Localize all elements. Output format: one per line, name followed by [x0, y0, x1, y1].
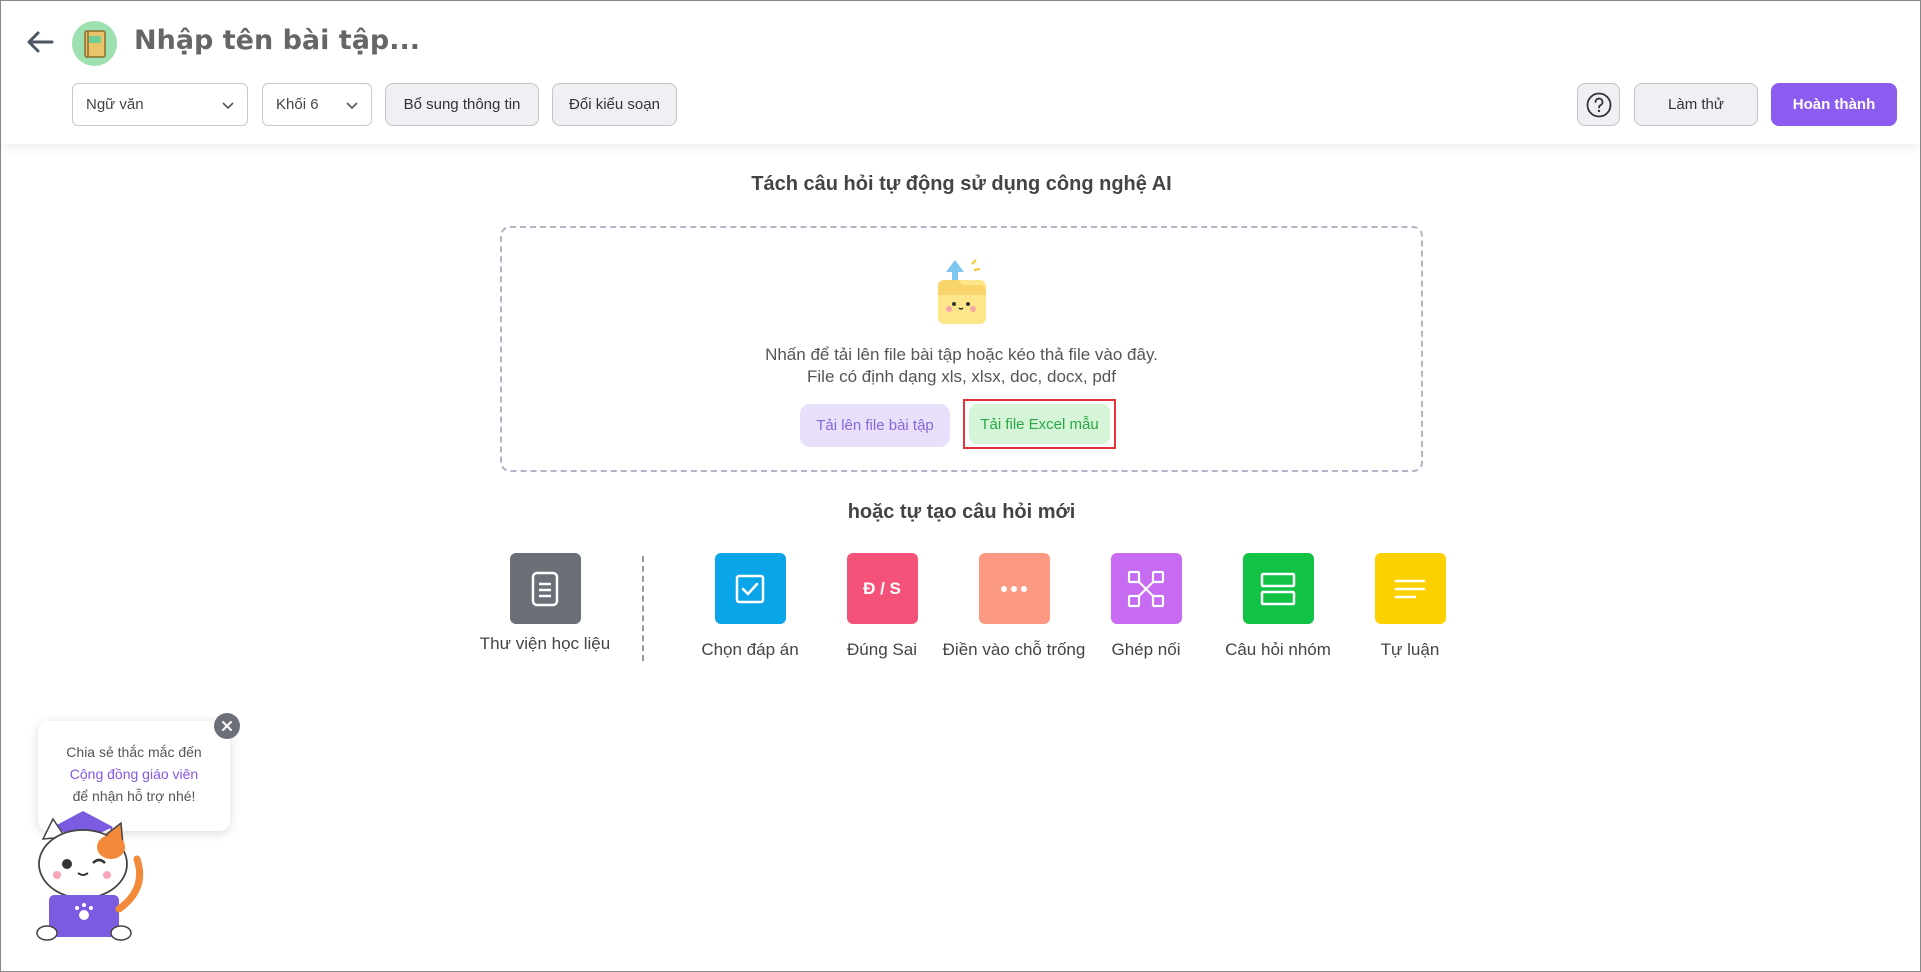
group-icon	[1260, 572, 1296, 605]
library-label: Thư viện học liệu	[479, 634, 611, 653]
grade-select-value: Khối 6	[276, 96, 319, 113]
try-button[interactable]: Làm thử	[1634, 83, 1758, 126]
subject-select-value: Ngữ văn	[86, 96, 144, 113]
page-title[interactable]: Nhập tên bài tập...	[134, 25, 420, 56]
match-icon	[1127, 570, 1165, 607]
multiple-choice-tile	[714, 553, 786, 624]
divider	[642, 556, 644, 661]
community-link[interactable]: Cộng đồng giáo viên	[38, 763, 230, 785]
close-icon	[222, 721, 232, 731]
essay-tile	[1374, 553, 1446, 624]
book-icon	[83, 29, 106, 58]
change-mode-button[interactable]: Đổi kiểu soạn	[552, 83, 677, 126]
dropzone-formats: File có định dạng xls, xlsx, doc, docx, …	[807, 367, 1116, 386]
help-button[interactable]	[1577, 83, 1620, 126]
create-section-title: hoặc tự tạo câu hỏi mới	[847, 501, 1076, 523]
qtype-label: Tự luận	[1380, 640, 1440, 659]
arrow-left-icon	[27, 31, 54, 53]
dots-icon	[1001, 585, 1027, 592]
support-line1: Chia sẻ thắc mắc đến	[66, 744, 202, 760]
back-button[interactable]	[23, 25, 57, 59]
download-excel-template-button[interactable]: Tải file Excel mẫu	[963, 399, 1116, 449]
download-excel-template-label: Tải file Excel mẫu	[969, 404, 1110, 444]
subject-select[interactable]: Ngữ văn	[72, 83, 248, 126]
ai-section-title: Tách câu hỏi tự động sử dụng công nghệ A…	[751, 173, 1172, 195]
lines-icon	[1394, 579, 1426, 598]
fill-blank-tile	[978, 553, 1050, 624]
library-tile	[509, 553, 581, 624]
library-item[interactable]: Thư viện học liệu	[465, 553, 625, 654]
matching-tile	[1110, 553, 1182, 624]
group-tile	[1242, 553, 1314, 624]
true-false-icon: Đ / S	[863, 578, 901, 598]
document-icon	[531, 571, 559, 606]
dropzone-instruction: Nhấn để tải lên file bài tập hoặc kéo th…	[765, 345, 1158, 364]
grade-select[interactable]: Khối 6	[262, 83, 372, 126]
top-header: Nhập tên bài tập... Ngữ văn Khối 6 Bổ su…	[1, 1, 1920, 144]
exercise-avatar	[72, 21, 117, 66]
question-icon	[1586, 92, 1611, 117]
true-false-tile: Đ / S	[846, 553, 918, 624]
file-dropzone[interactable]: Nhấn để tải lên file bài tập hoặc kéo th…	[500, 226, 1423, 472]
support-line3: để nhận hỗ trợ nhé!	[72, 788, 196, 804]
upload-file-button[interactable]: Tải lên file bài tập	[800, 404, 950, 447]
chevron-down-icon	[346, 102, 358, 110]
close-support-button[interactable]	[214, 713, 240, 739]
qtype-essay[interactable]: Tự luận	[1330, 553, 1490, 660]
checkbox-icon	[735, 574, 765, 603]
finish-button[interactable]: Hoàn thành	[1771, 83, 1897, 126]
cat-mascot-icon[interactable]	[23, 809, 153, 949]
upload-folder-icon	[938, 259, 986, 324]
add-info-button[interactable]: Bổ sung thông tin	[385, 83, 539, 126]
chevron-down-icon	[222, 102, 234, 110]
